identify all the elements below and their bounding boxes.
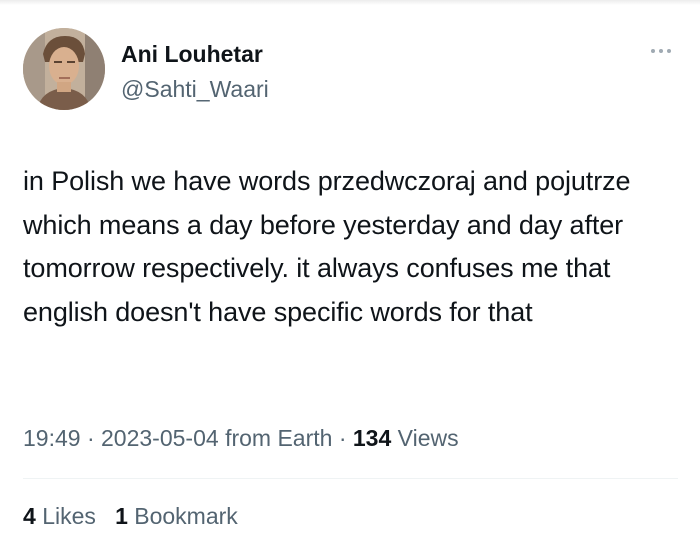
author-display-name[interactable]: Ani Louhetar [121, 40, 263, 68]
likes-label: Likes [42, 503, 96, 529]
more-dots-icon [651, 49, 655, 53]
divider [23, 478, 678, 479]
tweet-source: from Earth [225, 425, 333, 451]
tweet-metadata: 19:49 · 2023-05-04 from Earth · 134 View… [23, 424, 459, 452]
tweet-time[interactable]: 19:49 [23, 425, 81, 451]
meta-separator: · [86, 425, 95, 451]
more-dots-icon [659, 49, 663, 53]
bookmarks-count: 1 [115, 503, 128, 529]
more-dots-icon [667, 49, 671, 53]
top-edge-shadow [0, 0, 700, 5]
bookmarks-label: Bookmark [134, 503, 238, 529]
tweet-text: in Polish we have words przedwczoraj and… [23, 166, 631, 327]
bookmarks-stat[interactable]: 1 Bookmark [115, 503, 238, 529]
profile-photo-icon [23, 28, 105, 110]
more-options-button[interactable] [646, 40, 676, 62]
likes-count: 4 [23, 503, 36, 529]
likes-stat[interactable]: 4 Likes [23, 503, 96, 529]
avatar[interactable] [23, 28, 105, 110]
author-handle[interactable]: @Sahti_Waari [121, 75, 269, 103]
views-count: 134 [352, 425, 392, 451]
views-label: Views [397, 425, 459, 451]
tweet-date[interactable]: 2023-05-04 [101, 425, 219, 451]
engagement-stats: 4 Likes 1 Bookmark [23, 502, 238, 530]
tweet-card: Ani Louhetar @Sahti_Waari in Polish we h… [0, 0, 700, 552]
meta-separator: · [338, 425, 347, 451]
